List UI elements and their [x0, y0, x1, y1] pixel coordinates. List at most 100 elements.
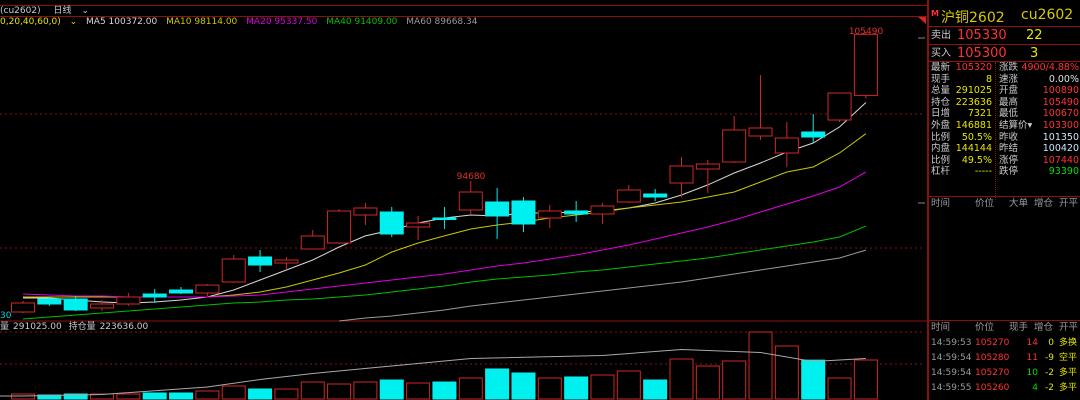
candle[interactable] — [669, 156, 694, 198]
stat-label: 涨停 — [999, 154, 1019, 166]
candle[interactable] — [853, 31, 878, 99]
stat-label: 现手 — [931, 73, 951, 85]
candle-body — [300, 235, 325, 250]
volume-bar — [169, 392, 194, 400]
ma-params: 0,20,40,60,0) — [0, 17, 61, 27]
corner-marker-icon — [918, 17, 926, 24]
candle[interactable] — [274, 256, 299, 271]
candle[interactable] — [458, 181, 483, 215]
volume-bar — [458, 377, 483, 400]
volume-label: 量 — [0, 322, 10, 332]
candle[interactable] — [616, 184, 641, 203]
stat-value: 107440 — [1042, 154, 1079, 166]
stat-label: 昨收 — [999, 131, 1019, 143]
candle-body — [37, 298, 62, 305]
stat-row: 最新 105320 涨跌 4900/4.88% — [929, 62, 1080, 74]
candle[interactable] — [748, 74, 773, 140]
candle[interactable] — [63, 296, 88, 311]
ask-price[interactable]: 105330 — [957, 27, 1007, 44]
candle-body — [564, 210, 589, 215]
volume-bar — [511, 372, 536, 400]
volume-bar — [142, 392, 167, 400]
tick-time: 14:59:55 — [931, 383, 972, 393]
stat-value: ----- — [974, 166, 992, 178]
ma60-line — [339, 249, 867, 322]
candle[interactable] — [248, 250, 273, 273]
period-label: 日线 — [53, 6, 72, 16]
candle[interactable] — [406, 215, 431, 240]
column-header: 增仓 — [1034, 322, 1054, 333]
candle[interactable] — [485, 187, 510, 239]
stat-label[interactable]: 结算价▾ — [999, 120, 1032, 132]
column-header: 开平 — [1059, 198, 1079, 209]
candle-body — [537, 210, 562, 219]
candle[interactable] — [722, 115, 747, 163]
ask-volume: 22 — [1026, 28, 1043, 43]
candle[interactable] — [300, 229, 325, 250]
column-header: 大单 — [1009, 198, 1029, 209]
ma10-legend: MA10 98114.00 — [166, 17, 238, 27]
tick-type: 多平 — [1059, 383, 1078, 393]
candle[interactable] — [169, 287, 194, 295]
volume-bar — [695, 365, 720, 400]
stat-value: 100890 — [1042, 85, 1079, 97]
candle[interactable] — [353, 202, 378, 226]
stat-row: 杠杆 ----- 跌停 93390 — [929, 166, 1080, 178]
volume-bar — [853, 359, 878, 400]
candle-body — [379, 211, 404, 235]
candle-body — [722, 129, 747, 163]
candle[interactable] — [195, 283, 220, 297]
volume-bar — [195, 390, 220, 400]
stat-value: 144144 — [955, 143, 992, 155]
market-badge: M — [931, 9, 939, 18]
kline-chart[interactable]: 105490 94680 30 — [0, 0, 927, 400]
column-header: 时间 — [931, 322, 951, 333]
stat-label: 跌停 — [999, 166, 1019, 178]
stat-value: 223636 — [955, 96, 992, 108]
candle[interactable] — [774, 121, 799, 167]
candle-body — [853, 33, 878, 96]
stat-label: 外盘 — [931, 119, 951, 131]
stat-row: 内盘 144144 昨结 100420 — [929, 143, 1080, 155]
stat-row: 外盘 146881 结算价▾ 103300 — [929, 120, 1080, 132]
candle-body — [248, 256, 273, 266]
ma20-legend: MA20 95337.50 — [246, 17, 318, 27]
candle[interactable] — [432, 206, 457, 229]
stat-value: 100670 — [1042, 108, 1079, 120]
candle[interactable] — [379, 206, 404, 237]
column-header: 价位 — [975, 198, 995, 209]
ma-params-dropdown[interactable]: 0,20,40,60,0) ⌄ — [0, 17, 77, 27]
candle-body — [485, 201, 510, 217]
volume-bar — [537, 377, 562, 400]
ma40-line — [22, 225, 867, 320]
candle-body — [142, 293, 167, 298]
stat-row: 总量 291025 开盘 100890 — [929, 85, 1080, 97]
candle[interactable] — [590, 202, 615, 224]
volume-bar — [748, 331, 773, 400]
bid-price[interactable]: 105300 — [957, 45, 1007, 62]
candle[interactable] — [511, 197, 536, 233]
candle[interactable] — [221, 254, 246, 283]
candle[interactable] — [327, 208, 352, 244]
candle-body — [801, 131, 826, 138]
volume-bar — [564, 376, 589, 400]
volume-bar — [274, 388, 299, 400]
stat-value: 103300 — [1042, 119, 1079, 131]
ask-row: 卖出 105330 22 — [929, 27, 1080, 45]
candle[interactable] — [537, 205, 562, 228]
column-header: 增仓 — [1034, 198, 1054, 209]
tick-row: 14:59:55 105260 4 -2 多平 — [929, 381, 1080, 396]
stat-value: 50.5% — [961, 131, 992, 143]
stat-value: 49.5% — [961, 154, 992, 166]
candle[interactable] — [11, 301, 35, 313]
period-selector[interactable]: 日线 ⌄ — [53, 6, 99, 16]
volume-bar — [221, 385, 246, 400]
candle[interactable] — [116, 292, 141, 306]
candle[interactable] — [564, 201, 589, 222]
candle[interactable] — [643, 188, 668, 202]
stat-label: 杠杆 — [931, 166, 951, 178]
candle-body — [353, 207, 378, 216]
oi-label: 持仓量 — [68, 322, 96, 332]
candle-body — [406, 222, 431, 228]
candle[interactable] — [827, 92, 852, 122]
